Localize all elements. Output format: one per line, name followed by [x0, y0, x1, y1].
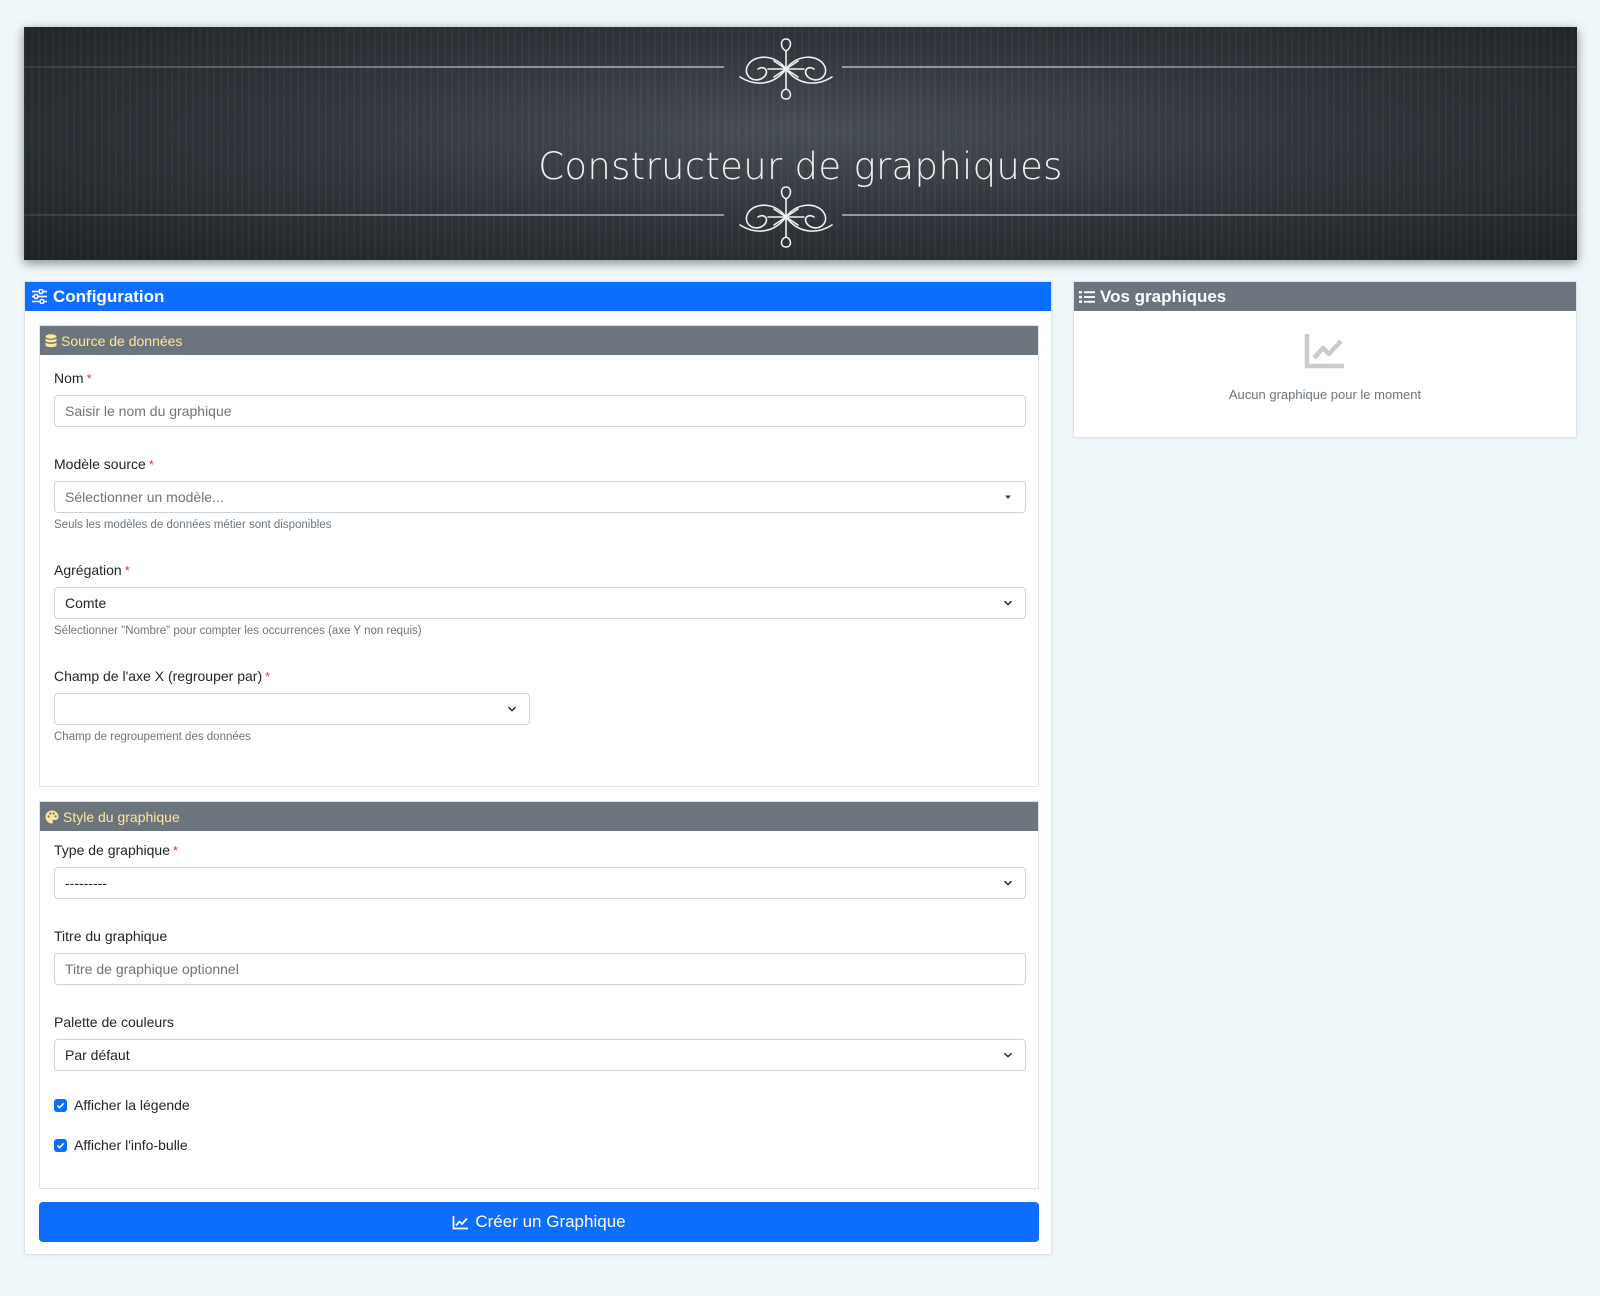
chart-type-label: Type de graphique *	[54, 842, 179, 858]
data-source-title: Source de données	[61, 332, 183, 349]
banner-divider	[24, 214, 724, 216]
your-charts-card: Vos graphiques Aucun graphique pour le m…	[1073, 281, 1577, 438]
check-icon	[56, 1102, 65, 1109]
chart-title-input[interactable]: Titre de graphique optionnel	[54, 953, 1026, 985]
configuration-header: Configuration	[25, 282, 1051, 311]
banner-divider	[842, 66, 1577, 68]
source-model-label: Modèle source *	[54, 456, 154, 472]
chevron-down-icon	[1003, 600, 1013, 606]
chart-style-title: Style du graphique	[63, 808, 180, 825]
aggregation-label: Agrégation *	[54, 562, 130, 578]
empty-state-text: Aucun graphique pour le moment	[1228, 387, 1422, 402]
show-legend-checkbox[interactable]	[54, 1098, 67, 1112]
create-chart-button[interactable]: Créer un Graphique	[39, 1202, 1039, 1242]
check-icon	[56, 1142, 65, 1149]
chart-line-icon	[1304, 334, 1344, 369]
configuration-card: Configuration Source de données Nom * Sai…	[24, 281, 1052, 1255]
your-charts-title: Vos graphiques	[1100, 286, 1227, 306]
chart-style-section: Style du graphique Type de graphique * --…	[39, 801, 1039, 1189]
header-banner: Constructeur de graphiques	[24, 27, 1577, 260]
chart-title-label: Titre du graphique	[54, 928, 168, 944]
palette-label: Palette de couleurs	[54, 1014, 174, 1030]
database-icon	[45, 333, 57, 347]
aggregation-help: Sélectionner "Nombre" pour compter les o…	[54, 625, 422, 637]
palette-icon	[45, 810, 59, 823]
source-model-help: Seuls les modèles de données métier sont…	[54, 519, 332, 531]
chart-style-header: Style du graphique	[40, 802, 1038, 831]
data-source-section: Source de données Nom * Saisir le nom du …	[39, 325, 1039, 787]
show-tooltip-label: Afficher l'info-bulle	[74, 1137, 188, 1153]
show-legend-row: Afficher la légende	[54, 1097, 190, 1113]
top-flourish-ornament	[739, 38, 833, 100]
bottom-flourish-ornament	[739, 186, 833, 248]
aggregation-select[interactable]: Comte	[54, 587, 1026, 619]
chart-type-select[interactable]: ---------	[54, 867, 1026, 899]
create-chart-label: Créer un Graphique	[475, 1212, 626, 1231]
your-charts-header: Vos graphiques	[1074, 282, 1576, 311]
chevron-down-icon	[1003, 1052, 1013, 1058]
x-axis-select[interactable]	[54, 693, 530, 725]
sliders-icon	[32, 289, 47, 304]
name-input[interactable]: Saisir le nom du graphique	[54, 395, 1026, 427]
list-icon	[1079, 290, 1095, 303]
name-label: Nom *	[54, 370, 92, 386]
banner-divider	[24, 66, 724, 68]
show-tooltip-row: Afficher l'info-bulle	[54, 1137, 188, 1153]
banner-divider	[842, 214, 1577, 216]
source-model-select[interactable]: Sélectionner un modèle...	[54, 481, 1026, 513]
show-legend-label: Afficher la légende	[74, 1097, 190, 1113]
palette-select[interactable]: Par défaut	[54, 1039, 1026, 1071]
chart-line-icon	[452, 1215, 469, 1229]
x-axis-label: Champ de l'axe X (regrouper par) *	[54, 668, 271, 684]
data-source-header: Source de données	[40, 326, 1038, 355]
chevron-down-icon	[1003, 880, 1013, 886]
page-title: Constructeur de graphiques	[538, 145, 1063, 188]
show-tooltip-checkbox[interactable]	[54, 1138, 67, 1152]
configuration-title: Configuration	[53, 286, 165, 306]
caret-down-icon	[1005, 495, 1011, 499]
chevron-down-icon	[507, 706, 517, 712]
x-axis-help: Champ de regroupement des données	[54, 731, 251, 743]
